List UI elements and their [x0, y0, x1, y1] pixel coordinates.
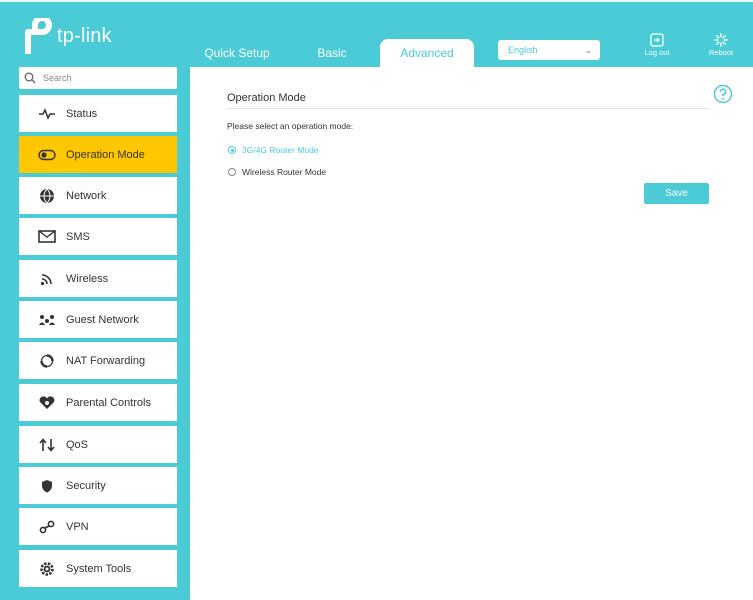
sidebar-item-nat-forwarding[interactable]: NAT Forwarding	[19, 342, 177, 379]
sidebar-item-label: NAT Forwarding	[66, 354, 146, 367]
chevron-down-icon: ⌄	[584, 45, 592, 55]
sidebar-item-label: SMS	[66, 230, 90, 243]
heart-icon	[38, 395, 56, 411]
sidebar-item-label: Guest Network	[66, 313, 139, 326]
main-panel: Operation Mode Please select an operatio…	[190, 67, 753, 600]
key-icon	[38, 519, 56, 535]
reboot-button[interactable]: Reboot	[701, 33, 741, 57]
arrows-icon	[38, 437, 56, 453]
search-placeholder: Search	[43, 73, 72, 83]
operation-mode-prompt: Please select an operation mode:	[227, 121, 354, 131]
language-select[interactable]: English ⌄	[498, 40, 600, 60]
sidebar-item-vpn[interactable]: VPN	[19, 508, 177, 545]
toggle-icon	[38, 147, 56, 163]
sidebar-item-status[interactable]: Status	[19, 95, 177, 132]
wifi-icon	[38, 271, 56, 287]
sidebar-item-label: VPN	[66, 520, 89, 533]
nat-icon	[38, 353, 56, 369]
radio-label: 3G/4G Router Mode	[242, 145, 319, 155]
sidebar-item-label: Status	[66, 107, 98, 120]
reboot-label: Reboot	[708, 48, 734, 57]
radio-wireless-router-mode[interactable]: Wireless Router Mode	[228, 167, 326, 177]
language-value: English	[508, 45, 538, 55]
guests-icon	[38, 312, 56, 328]
logout-icon	[650, 33, 664, 47]
shield-icon	[38, 478, 56, 494]
sidebar-item-sms[interactable]: SMS	[19, 218, 177, 255]
help-icon	[713, 84, 733, 104]
sidebar-item-qos[interactable]: QoS	[19, 426, 177, 463]
sidebar-item-network[interactable]: Network	[19, 177, 177, 214]
sidebar-item-guest-network[interactable]: Guest Network	[19, 301, 177, 338]
radio-indicator[interactable]	[228, 168, 236, 176]
page-title: Operation Mode	[227, 92, 306, 104]
reboot-icon	[714, 33, 728, 47]
divider	[227, 108, 709, 109]
tab-advanced[interactable]: Advanced	[380, 39, 474, 69]
tab-basic[interactable]: Basic	[303, 39, 361, 69]
tp-link-logo: tp-link	[18, 18, 112, 54]
sidebar-item-label: Network	[66, 189, 107, 202]
save-button[interactable]: Save	[644, 183, 709, 204]
logout-button[interactable]: Log out	[637, 33, 677, 57]
tab-quick-setup[interactable]: Quick Setup	[196, 39, 278, 69]
sidebar-item-system-tools[interactable]: System Tools	[19, 550, 177, 587]
radio-indicator[interactable]	[228, 146, 236, 154]
header: tp-link Quick Setup Basic Advanced Engli…	[0, 0, 753, 69]
sidebar-item-label: System Tools	[66, 562, 132, 575]
search-icon	[24, 72, 36, 84]
sidebar-item-label: Security	[66, 479, 106, 492]
radio-3g4g-router-mode[interactable]: 3G/4G Router Mode	[228, 145, 319, 155]
globe-icon	[38, 188, 56, 204]
help-button[interactable]	[713, 84, 733, 109]
sidebar-item-label: QoS	[66, 438, 89, 451]
sidebar-item-label: Operation Mode	[66, 148, 145, 161]
sidebar-item-wireless[interactable]: Wireless	[19, 260, 177, 297]
brand-name: tp-link	[57, 24, 112, 47]
sidebar-item-label: Wireless	[66, 272, 109, 285]
tp-link-logo-mark	[25, 18, 52, 54]
sidebar-item-label: Parental Controls	[66, 396, 151, 409]
gear-icon	[38, 561, 56, 577]
envelope-icon	[38, 229, 56, 245]
sidebar-item-security[interactable]: Security	[19, 467, 177, 504]
sidebar-item-operation-mode[interactable]: Operation Mode	[19, 136, 177, 173]
logout-label: Log out	[644, 48, 670, 57]
search-input[interactable]: Search	[19, 67, 177, 89]
sidebar-item-parental-controls[interactable]: Parental Controls	[19, 384, 177, 421]
pulse-icon	[38, 106, 56, 122]
radio-label: Wireless Router Mode	[242, 167, 327, 177]
